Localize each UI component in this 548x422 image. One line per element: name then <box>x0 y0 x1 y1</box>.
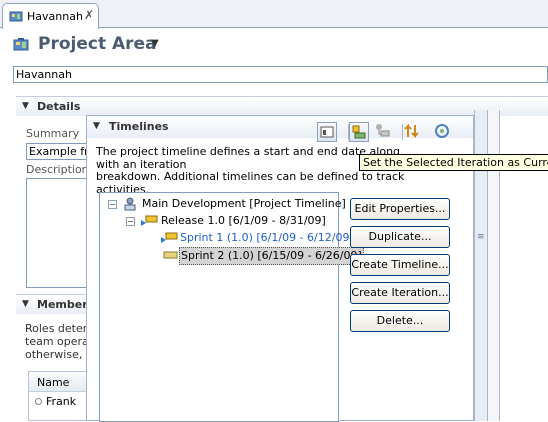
timeline-tree[interactable]: − Main Development [Project Timeline] − … <box>99 192 364 422</box>
members-section-title: Member <box>37 298 88 311</box>
timeline-icon <box>122 197 138 211</box>
properties-icon[interactable] <box>317 122 337 142</box>
move-up-down-icon[interactable] <box>403 122 423 142</box>
collapse-icon[interactable]: − <box>126 217 135 226</box>
project-area-icon <box>9 10 23 26</box>
editor-tab[interactable]: Havannah ✗ <box>2 3 99 29</box>
duplicate-button[interactable]: Duplicate... <box>350 226 450 248</box>
summary-label: Summary <box>26 127 80 140</box>
iteration-active-icon <box>160 231 178 245</box>
collapse-icon[interactable]: ▼ <box>93 121 100 131</box>
editor-tab-label: Havannah <box>27 10 83 23</box>
collapse-icon[interactable]: ▼ <box>22 299 29 309</box>
details-section-title: Details <box>37 100 81 113</box>
close-icon[interactable]: ✗ <box>84 8 94 22</box>
create-timeline-button[interactable]: Create Timeline... <box>350 254 450 276</box>
timelines-description-line: breakdown. Additional timelines can be d… <box>96 170 405 183</box>
tree-node-label: Sprint 2 (1.0) [6/15/09 - 6/26/09] <box>179 247 364 265</box>
delete-button[interactable]: Delete... <box>350 310 450 332</box>
refresh-icon[interactable] <box>433 122 453 142</box>
members-section-header[interactable]: ▼ Member <box>16 294 96 314</box>
member-name: Frank <box>46 395 77 408</box>
project-name-field[interactable]: Havannah <box>13 66 548 83</box>
tree-node-label: Main Development [Project Timeline] <box>142 197 346 210</box>
collapse-icon[interactable]: − <box>108 200 117 209</box>
tooltip: Set the Selected Iteration as Current <box>359 154 548 171</box>
iteration-tree-icon[interactable] <box>373 122 393 142</box>
create-iteration-button[interactable]: Create Iteration... <box>350 282 450 304</box>
member-status-icon <box>35 398 42 405</box>
iteration-current-icon <box>140 214 158 228</box>
timelines-section-title: Timelines <box>109 120 169 133</box>
set-current-iteration-icon[interactable] <box>349 122 369 142</box>
description-label: Description <box>26 163 89 176</box>
chevron-down-icon[interactable]: ▼ <box>151 38 159 49</box>
tree-node-label: Release 1.0 [6/1/09 - 8/31/09] <box>161 214 326 227</box>
iteration-icon <box>160 248 178 262</box>
collapse-icon[interactable]: ▼ <box>22 101 29 111</box>
tree-node-label: Sprint 1 (1.0) [6/1/09 - 6/12/09] <box>180 231 354 244</box>
project-area-icon <box>13 37 29 55</box>
sash-grip-icon[interactable]: ≡ <box>477 232 485 242</box>
details-section-header[interactable]: ▼ Details <box>16 96 548 116</box>
edit-properties-button[interactable]: Edit Properties... <box>350 198 450 220</box>
page-title: Project Area <box>38 34 157 54</box>
table-row[interactable]: Frank <box>35 395 76 408</box>
